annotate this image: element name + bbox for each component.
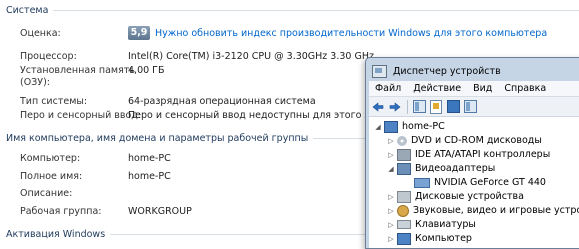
workgroup-value: WORKGROUP (128, 205, 192, 217)
video-card-icon (414, 177, 430, 188)
expand-icon[interactable]: ▷ (387, 137, 395, 145)
full-name-row: Полное имя: home-PC (20, 169, 171, 183)
system-type-row: Тип системы: 64-разрядная операционная с… (20, 94, 316, 108)
expand-icon[interactable]: ▷ (387, 221, 395, 229)
view-icon[interactable] (463, 100, 477, 114)
keyboard-icon (397, 220, 411, 229)
memory-label-line2: (ОЗУ): (20, 77, 50, 88)
tree-item-ide[interactable]: ▷ IDE ATA/ATAPI контроллеры (387, 148, 550, 161)
device-manager-title: Диспетчер устройств (393, 65, 501, 77)
tree-item-root[interactable]: ◢ home-PC (374, 120, 445, 133)
system-section-title: Система (6, 4, 49, 16)
performance-score-badge[interactable]: 5,9 (128, 26, 150, 40)
device-manager-toolbar (369, 97, 579, 117)
expand-icon[interactable]: ▷ (387, 235, 395, 243)
tree-item-label: home-PC (402, 121, 445, 132)
tree-item-label: Клавиатуры (415, 219, 476, 230)
tree-item-label: DVD и CD-ROM дисководы (411, 135, 542, 146)
update-performance-index-link[interactable]: Нужно обновить индекс производительности… (155, 28, 547, 39)
tree-item-nvidia[interactable]: NVIDIA GeForce GT 440 (404, 176, 546, 189)
processor-value: Intel(R) Core(TM) i3-2120 CPU @ 3.30GHz … (128, 50, 374, 62)
tree-item-keyboards[interactable]: ▷ Клавиатуры (387, 218, 476, 231)
memory-value: 4,00 ГБ (128, 65, 165, 76)
back-arrow-icon[interactable] (371, 100, 385, 114)
menu-help[interactable]: Справка (498, 83, 552, 94)
device-manager-icon (372, 64, 387, 78)
tree-item-label: Дисковые устройства (415, 191, 524, 202)
computer-name-section-title: Имя компьютера, имя домена и параметры р… (6, 132, 309, 144)
system-type-value: 64-разрядная операционная система (128, 95, 316, 107)
activation-section-title: Активация Windows (6, 228, 106, 240)
device-tree[interactable]: ◢ home-PC ▷ DVD и CD-ROM дисководы ▷ IDE… (369, 117, 579, 248)
pen-touch-value: Перо и сенсорный ввод недоступны для это… (128, 109, 400, 121)
description-row: Описание: (20, 186, 128, 200)
tree-item-label: IDE ATA/ATAPI контроллеры (415, 149, 551, 160)
tree-item-video-adapters[interactable]: ◢ Видеоадаптеры (387, 162, 495, 175)
workgroup-label: Рабочая группа: (20, 205, 102, 217)
rating-label: Оценка: (20, 27, 61, 39)
tree-item-disk-drives[interactable]: ▷ Дисковые устройства (387, 190, 524, 203)
menu-file[interactable]: Файл (369, 83, 407, 94)
expand-icon[interactable]: ▷ (387, 207, 395, 215)
display-adapter-icon (397, 162, 411, 175)
menu-action[interactable]: Действие (407, 83, 467, 94)
memory-row: Установленная память (ОЗУ): 4,00 ГБ (20, 65, 164, 91)
dvd-icon (397, 135, 407, 146)
system-section-header: Система (6, 3, 579, 17)
full-name-value: home-PC (128, 170, 171, 182)
menu-view[interactable]: Вид (467, 83, 498, 94)
memory-label-line1: Установленная память (20, 65, 135, 76)
workgroup-row: Рабочая группа: WORKGROUP (20, 204, 192, 218)
tree-item-label: Компьютер (415, 233, 472, 244)
expand-icon[interactable]: ▷ (387, 193, 395, 201)
pen-touch-label: Перо и сенсорный ввод: (20, 109, 142, 121)
pen-touch-row: Перо и сенсорный ввод: Перо и сенсорный … (20, 108, 399, 122)
collapse-icon[interactable]: ◢ (374, 123, 382, 131)
ide-controller-icon (397, 148, 411, 161)
tree-item-label: NVIDIA GeForce GT 440 (434, 177, 546, 188)
expand-icon[interactable]: ▷ (387, 151, 395, 159)
rating-row: Оценка: 5,9 Нужно обновить индекс произв… (20, 26, 547, 40)
computer-label: Компьютер: (20, 152, 81, 164)
sound-device-icon (397, 204, 409, 217)
full-name-label: Полное имя: (20, 170, 83, 182)
tree-item-label: Видеоадаптеры (415, 163, 496, 174)
computer-row: Компьютер: home-PC (20, 151, 171, 165)
help-icon[interactable] (429, 99, 443, 114)
system-type-label: Тип системы: (20, 95, 88, 107)
device-manager-window[interactable]: Диспетчер устройств Файл Действие Вид Сп… (365, 57, 579, 249)
tree-item-label: Звуковые, видео и игровые устройства (413, 205, 579, 216)
memory-label: Установленная память (ОЗУ): (20, 65, 135, 89)
tree-item-sound[interactable]: ▷ Звуковые, видео и игровые устройства (387, 204, 579, 217)
forward-arrow-icon[interactable] (388, 100, 402, 114)
processor-row: Процессор: Intel(R) Core(TM) i3-2120 CPU… (20, 49, 374, 63)
processor-label: Процессор: (20, 50, 77, 62)
toolbar-separator (407, 99, 408, 114)
disk-drive-icon (397, 190, 411, 203)
tree-item-computer[interactable]: ▷ Компьютер (387, 232, 472, 245)
device-manager-titlebar[interactable]: Диспетчер устройств (372, 63, 501, 79)
description-label: Описание: (20, 187, 73, 199)
device-manager-menubar: Файл Действие Вид Справка (369, 81, 579, 97)
scan-icon[interactable] (446, 100, 460, 114)
tree-item-dvd[interactable]: ▷ DVD и CD-ROM дисководы (387, 134, 542, 147)
properties-icon[interactable] (412, 100, 426, 114)
collapse-icon[interactable]: ◢ (387, 165, 395, 173)
computer-value: home-PC (128, 152, 171, 164)
computer-icon (384, 120, 398, 133)
section-divider (53, 10, 579, 11)
